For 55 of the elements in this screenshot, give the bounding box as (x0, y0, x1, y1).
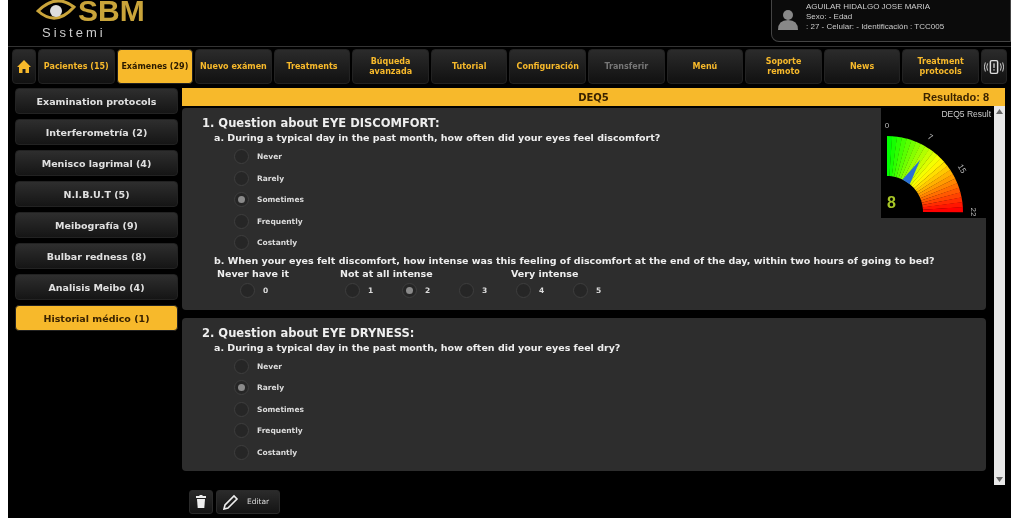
sidebar-item[interactable]: Bulbar redness (8) (15, 243, 178, 269)
scale-anchor-label: Never have it (217, 266, 289, 280)
nav-tab[interactable]: Búqueda avanzada (352, 49, 429, 84)
scrollbar[interactable] (994, 106, 1005, 485)
sidebar-item[interactable]: N.I.B.U.T (5) (15, 181, 178, 207)
vibrating-phone-icon (983, 58, 1004, 75)
scale-anchor-label: Not at all intense (340, 266, 433, 280)
logo-subtitle: Sistemi (42, 26, 107, 40)
nav-tab[interactable]: Pacientes (15) (38, 49, 115, 84)
gauge-tick-label: 0 (884, 121, 890, 130)
home-tab[interactable] (12, 49, 36, 84)
phone-tab[interactable] (980, 49, 1007, 84)
nav-tab[interactable]: Treatment protocols (902, 49, 979, 84)
nav-tab[interactable]: Menú (666, 49, 744, 84)
radio-button[interactable] (234, 380, 249, 396)
question-text: a. During a typical day in the past month, how often did your eyes feel dry? (214, 340, 621, 354)
nav-tab[interactable]: Soporte remoto (745, 49, 822, 84)
exam-title: DEQ5 (578, 91, 609, 103)
pencil-icon (223, 493, 239, 510)
trash-icon (196, 495, 206, 508)
gauge-value: 8 (887, 194, 896, 212)
nav-tab[interactable]: Tutorial (430, 49, 508, 84)
home-icon (17, 60, 31, 73)
gauge-tick-label: 22 (969, 207, 978, 217)
radio-button[interactable] (234, 192, 249, 208)
scale-anchor-label: Very intense (511, 266, 579, 280)
delete-button[interactable] (189, 489, 213, 514)
logo-name: SBM (78, 0, 145, 26)
nav-tab[interactable]: Configuración (509, 49, 587, 84)
nav-tab[interactable]: Treatments (273, 49, 351, 84)
radio-button[interactable] (402, 283, 417, 298)
user-icon (778, 8, 798, 30)
gauge-tick-label: 7 (926, 132, 935, 143)
nav-tab[interactable]: News (823, 49, 901, 84)
sidebar-item[interactable]: Examination protocols (15, 88, 178, 114)
nav-tab[interactable]: Nuevo exámen (195, 49, 272, 84)
patient-details: : 27 - Celular: - Identificación : TCC005 (806, 22, 945, 32)
sidebar-item[interactable]: Interferometría (2) (15, 119, 178, 145)
patient-name: AGUILAR HIDALGO JOSE MARIA (806, 2, 932, 12)
question-text: a. During a typical day in the past month, how often did your eyes feel discomfort? (214, 131, 661, 144)
question-title: 2. Question about EYE DRYNESS: (202, 325, 415, 341)
gauge-tick-label: 15 (955, 162, 969, 175)
gauge-needle (902, 159, 921, 185)
sidebar-item[interactable]: Meibografía (9) (15, 212, 178, 238)
sidebar-item[interactable]: Historial médico (1) (15, 305, 178, 331)
scroll-down-icon[interactable] (996, 477, 1003, 482)
patient-details: Sexo: - Edad (806, 12, 854, 22)
exam-result: Resultado: 8 (923, 91, 989, 103)
sidebar-item[interactable]: Menisco lagrimal (4) (15, 150, 178, 176)
scroll-up-icon[interactable] (996, 109, 1003, 114)
nav-tab[interactable]: Exámenes (29) (116, 49, 194, 84)
question-title: 1. Question about EYE DISCOMFORT: (202, 116, 440, 131)
gauge-title: DEQ5 Result (941, 109, 991, 119)
sidebar-item[interactable]: Analisis Meibo (4) (15, 274, 178, 300)
question-text: b. When your eyes felt discomfort, how intense was this feeling of discomfort at the end of the day, within two hours of going to bed? (214, 253, 935, 267)
